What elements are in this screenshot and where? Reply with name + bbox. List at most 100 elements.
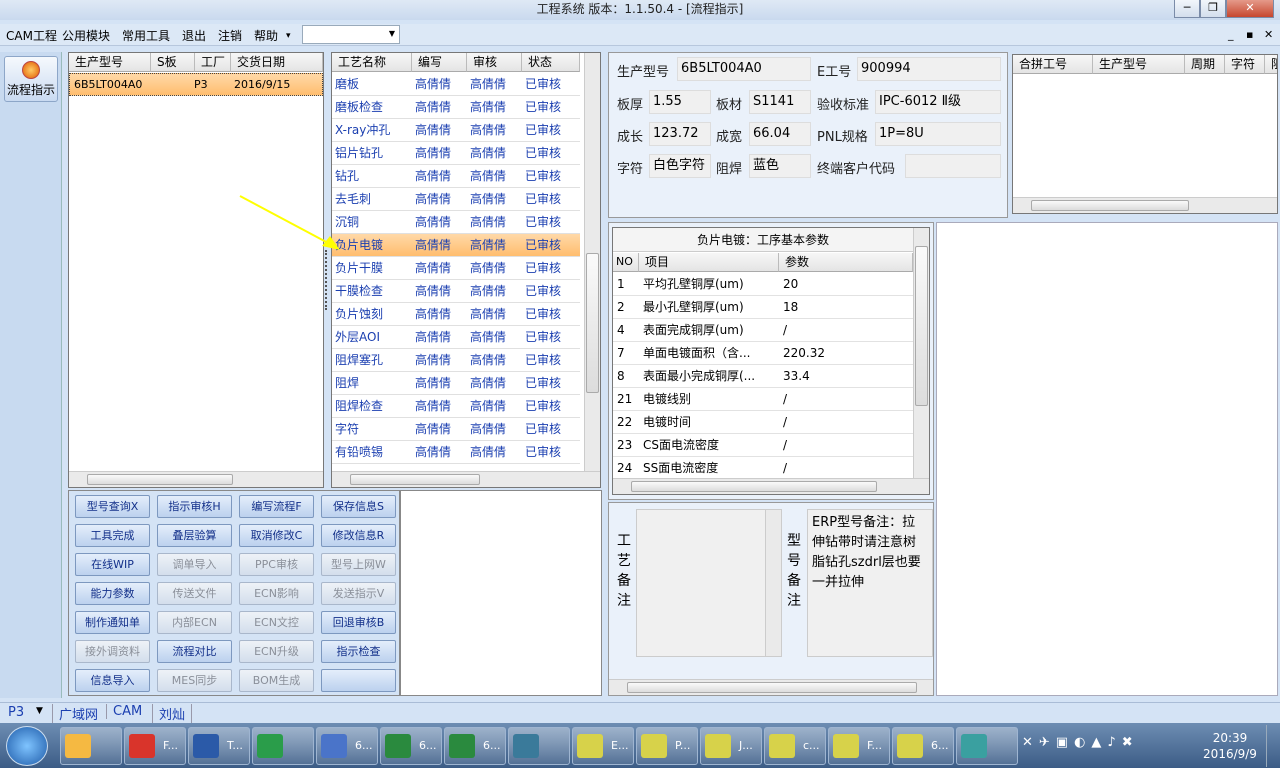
action-button[interactable]: 调单导入: [157, 553, 232, 576]
taskbar-app-button[interactable]: 6...: [316, 727, 378, 765]
param-row[interactable]: 21 电镀线别 /: [613, 388, 913, 411]
process-row[interactable]: 有铅喷锡 高倩倩 高倩倩 已审核: [332, 441, 580, 464]
action-button[interactable]: 叠层验算: [157, 524, 232, 547]
action-button[interactable]: 制作通知单: [75, 611, 150, 634]
action-button[interactable]: 型号上网W: [321, 553, 396, 576]
param-row[interactable]: 4 表面完成铜厚(um) /: [613, 319, 913, 342]
param-row[interactable]: 24 SS面电流密度 /: [613, 457, 913, 480]
scroll-thumb[interactable]: [627, 682, 917, 693]
taskbar-app-button[interactable]: [60, 727, 122, 765]
action-button[interactable]: MES同步: [157, 669, 232, 692]
field-pnl[interactable]: 1P=8U: [875, 122, 1001, 146]
scroll-thumb[interactable]: [631, 481, 877, 492]
col-header-mask[interactable]: 阻焊: [1265, 55, 1277, 74]
process-row[interactable]: X-ray冲孔 高倩倩 高倩倩 已审核: [332, 119, 580, 142]
process-row[interactable]: 干膜检查 高倩倩 高倩倩 已审核: [332, 280, 580, 303]
show-desktop-button[interactable]: [1266, 725, 1278, 767]
params-vscrollbar[interactable]: [913, 228, 929, 478]
taskbar-app-button[interactable]: P...: [636, 727, 698, 765]
col-header-reviewer[interactable]: 审核: [467, 53, 522, 72]
note-vscrollbar[interactable]: [765, 510, 781, 656]
process-row[interactable]: 去毛刺 高倩倩 高倩倩 已审核: [332, 188, 580, 211]
process-row[interactable]: 沉铜 高倩倩 高倩倩 已审核: [332, 211, 580, 234]
field-mask[interactable]: 蓝色: [749, 154, 811, 178]
param-row[interactable]: 22 电镀时间 /: [613, 411, 913, 434]
factory-selector[interactable]: P3: [8, 705, 24, 720]
taskbar-app-button[interactable]: c...: [764, 727, 826, 765]
col-header-s-board[interactable]: S板: [151, 53, 195, 72]
scroll-thumb[interactable]: [915, 246, 928, 406]
taskbar-app-button[interactable]: [252, 727, 314, 765]
action-button[interactable]: 接外调资料: [75, 640, 150, 663]
menu-help[interactable]: 帮助: [254, 27, 278, 44]
field-e-no[interactable]: 900994: [857, 57, 1001, 81]
menu-exit[interactable]: 退出: [182, 27, 206, 44]
start-button[interactable]: [6, 726, 48, 766]
restore-button[interactable]: ❐: [1200, 0, 1226, 18]
field-standard[interactable]: IPC-6012 Ⅱ级: [875, 90, 1001, 114]
col-header-writer[interactable]: 编写: [412, 53, 467, 72]
action-button[interactable]: 发送指示V: [321, 582, 396, 605]
action-button[interactable]: 在线WIP: [75, 553, 150, 576]
col-header-factory[interactable]: 工厂: [195, 53, 231, 72]
field-thickness[interactable]: 1.55: [649, 90, 711, 114]
action-button[interactable]: 保存信息S: [321, 495, 396, 518]
taskbar-app-button[interactable]: F...: [828, 727, 890, 765]
taskbar-app-button[interactable]: J...: [700, 727, 762, 765]
close-button[interactable]: ✕: [1226, 0, 1274, 18]
taskbar-app-button[interactable]: F...: [124, 727, 186, 765]
mdi-close-button[interactable]: ✕: [1264, 28, 1273, 41]
process-row[interactable]: 负片电镀 高倩倩 高倩倩 已审核: [332, 234, 580, 257]
field-width[interactable]: 66.04: [749, 122, 811, 146]
field-material[interactable]: S1141: [749, 90, 811, 114]
action-button[interactable]: 信息导入: [75, 669, 150, 692]
param-row[interactable]: 1 平均孔壁铜厚(um) 20: [613, 273, 913, 296]
scroll-thumb[interactable]: [350, 474, 480, 485]
process-vscrollbar[interactable]: [584, 53, 600, 471]
scroll-thumb[interactable]: [1031, 200, 1189, 211]
tray-clock[interactable]: 20:39 2016/9/9: [1200, 730, 1260, 762]
taskbar-app-button[interactable]: 6...: [892, 727, 954, 765]
merge-hscrollbar[interactable]: [1013, 197, 1277, 213]
process-row[interactable]: 铝片钻孔 高倩倩 高倩倩 已审核: [332, 142, 580, 165]
col-header-param[interactable]: 参数: [779, 253, 913, 272]
col-header-char[interactable]: 字符: [1225, 55, 1265, 74]
action-button[interactable]: [321, 669, 396, 692]
action-button[interactable]: 取消修改C: [239, 524, 314, 547]
action-button[interactable]: ECN文控: [239, 611, 314, 634]
taskbar-app-button[interactable]: T...: [188, 727, 250, 765]
toolbar-combo[interactable]: ▼: [302, 25, 400, 44]
menu-common-modules[interactable]: 公用模块: [62, 27, 110, 44]
order-row[interactable]: 6B5LT004A0 P3 2016/9/15: [69, 73, 323, 96]
action-button[interactable]: 传送文件: [157, 582, 232, 605]
action-button[interactable]: 指示审核H: [157, 495, 232, 518]
field-customer-code[interactable]: [905, 154, 1001, 178]
process-row[interactable]: 负片干膜 高倩倩 高倩倩 已审核: [332, 257, 580, 280]
scroll-thumb[interactable]: [586, 253, 599, 393]
notes-hscrollbar[interactable]: [609, 679, 933, 695]
action-button[interactable]: 回退审核B: [321, 611, 396, 634]
action-button[interactable]: 工具完成: [75, 524, 150, 547]
action-button[interactable]: 能力参数: [75, 582, 150, 605]
menu-tools[interactable]: 常用工具: [122, 27, 170, 44]
action-button[interactable]: BOM生成: [239, 669, 314, 692]
action-button[interactable]: 指示检查: [321, 640, 396, 663]
col-header-due-date[interactable]: 交货日期: [231, 53, 323, 72]
col-header-cycle[interactable]: 周期: [1185, 55, 1225, 74]
order-hscrollbar[interactable]: [69, 471, 323, 487]
action-button[interactable]: 内部ECN: [157, 611, 232, 634]
taskbar-app-button[interactable]: [956, 727, 1018, 765]
menu-logout[interactable]: 注销: [218, 27, 242, 44]
action-button[interactable]: ECN升级: [239, 640, 314, 663]
col-header-merge-no[interactable]: 合拼工号: [1013, 55, 1093, 74]
process-row[interactable]: 阻焊检查 高倩倩 高倩倩 已审核: [332, 395, 580, 418]
field-model[interactable]: 6B5LT004A0: [677, 57, 811, 81]
action-button[interactable]: 流程对比: [157, 640, 232, 663]
process-hscrollbar[interactable]: [332, 471, 600, 487]
mdi-minimize-button[interactable]: _: [1228, 28, 1234, 41]
process-row[interactable]: 磨板 高倩倩 高倩倩 已审核: [332, 73, 580, 96]
action-button[interactable]: 修改信息R: [321, 524, 396, 547]
process-row[interactable]: 阻焊塞孔 高倩倩 高倩倩 已审核: [332, 349, 580, 372]
col-header-item[interactable]: 项目: [639, 253, 779, 272]
process-row[interactable]: 负片蚀刻 高倩倩 高倩倩 已审核: [332, 303, 580, 326]
